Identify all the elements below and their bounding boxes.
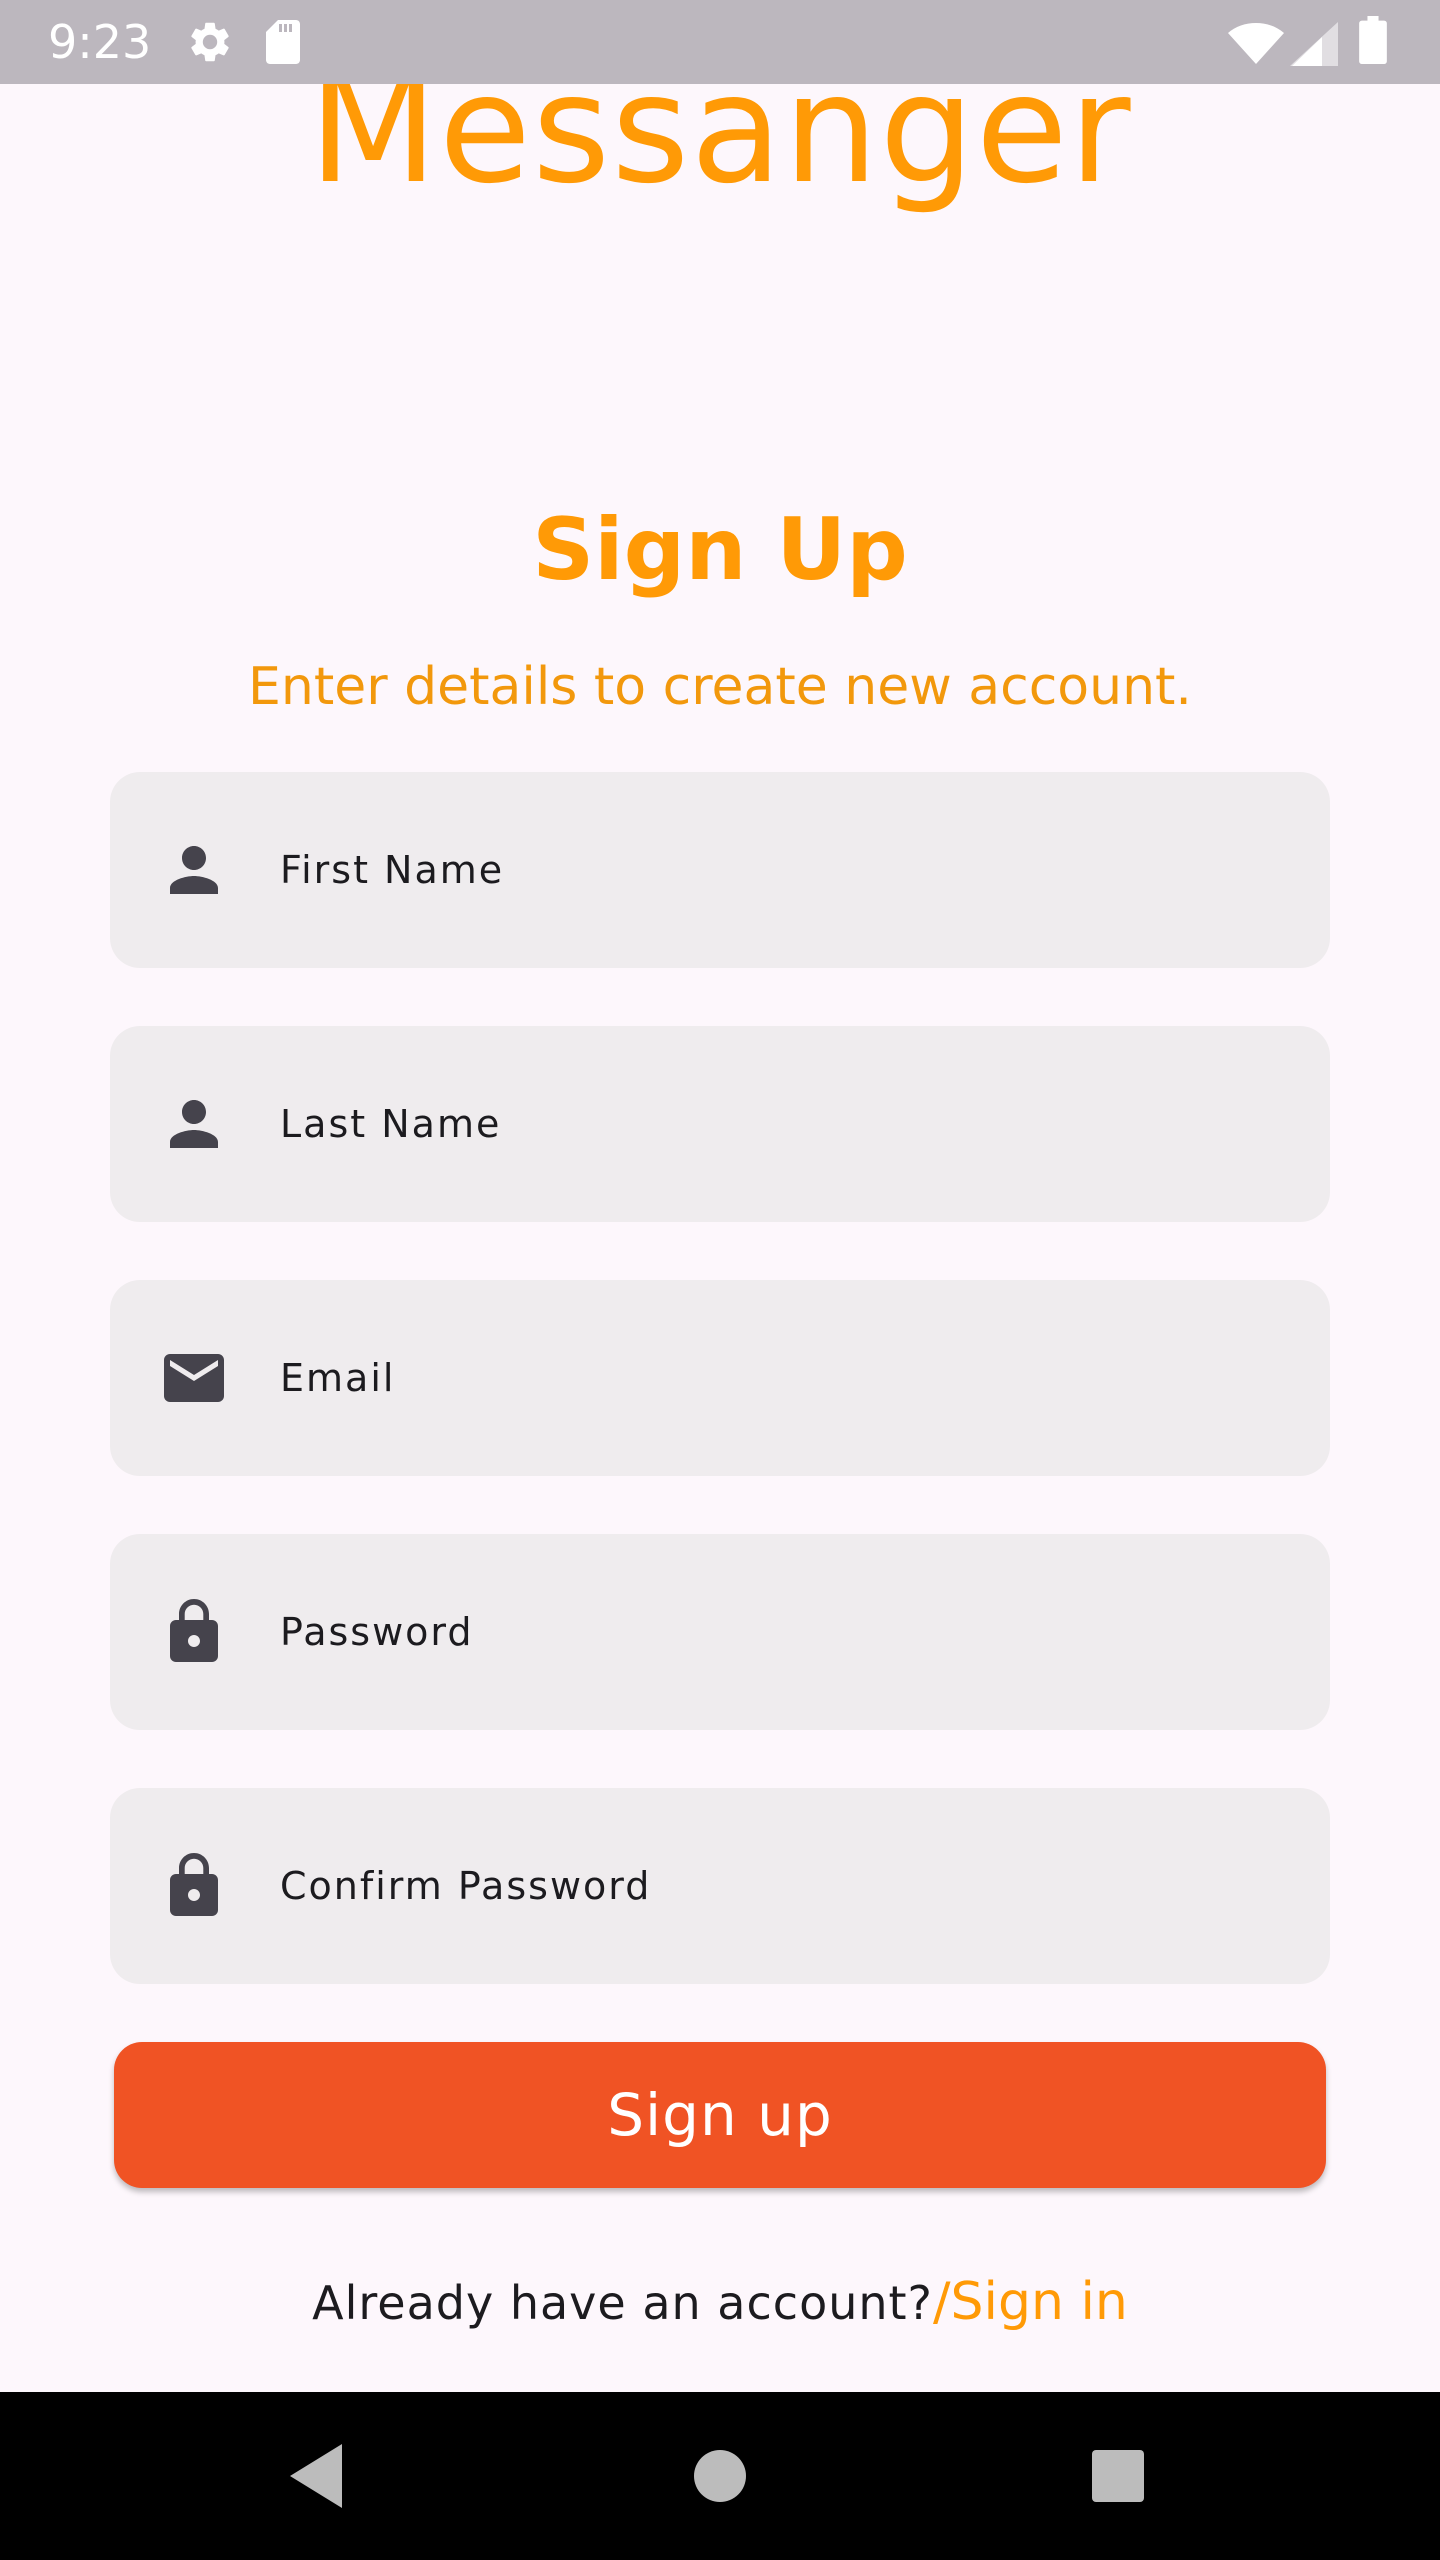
wifi-icon (1228, 23, 1284, 64)
email-field[interactable] (110, 1280, 1330, 1476)
confirm-password-field[interactable] (110, 1788, 1330, 1984)
password-input[interactable] (280, 1592, 1280, 1672)
password-field[interactable] (110, 1534, 1330, 1730)
recents-icon[interactable] (1078, 2436, 1158, 2516)
status-time: 9:23 (48, 15, 152, 69)
email-input[interactable] (280, 1338, 1280, 1418)
sign-in-prompt: Already have an account? (312, 2276, 933, 2330)
home-icon[interactable] (680, 2436, 760, 2516)
person-icon (170, 1100, 218, 1148)
page-heading: Sign Up (532, 500, 908, 600)
status-bar: 9:23 (0, 0, 1440, 84)
settings-icon (191, 22, 229, 62)
last-name-field[interactable] (110, 1026, 1330, 1222)
sd-card-icon (266, 20, 300, 64)
lock-icon (170, 1599, 218, 1662)
confirm-password-input[interactable] (280, 1846, 1280, 1926)
sign-in-link[interactable]: /Sign in (933, 2272, 1128, 2332)
navigation-bar (0, 2392, 1440, 2560)
back-icon[interactable] (278, 2436, 358, 2516)
person-icon (170, 846, 218, 894)
mail-icon (164, 1354, 224, 1402)
cell-signal-icon (1290, 22, 1338, 66)
battery-icon (1359, 16, 1387, 64)
first-name-field[interactable] (110, 772, 1330, 968)
sign-up-button[interactable]: Sign up (114, 2042, 1326, 2188)
last-name-input[interactable] (280, 1084, 1280, 1164)
page-subheading: Enter details to create new account. (248, 657, 1192, 717)
first-name-input[interactable] (280, 830, 1280, 910)
lock-icon (170, 1853, 218, 1916)
sign-in-row: Already have an account?/Sign in (0, 2272, 1440, 2332)
